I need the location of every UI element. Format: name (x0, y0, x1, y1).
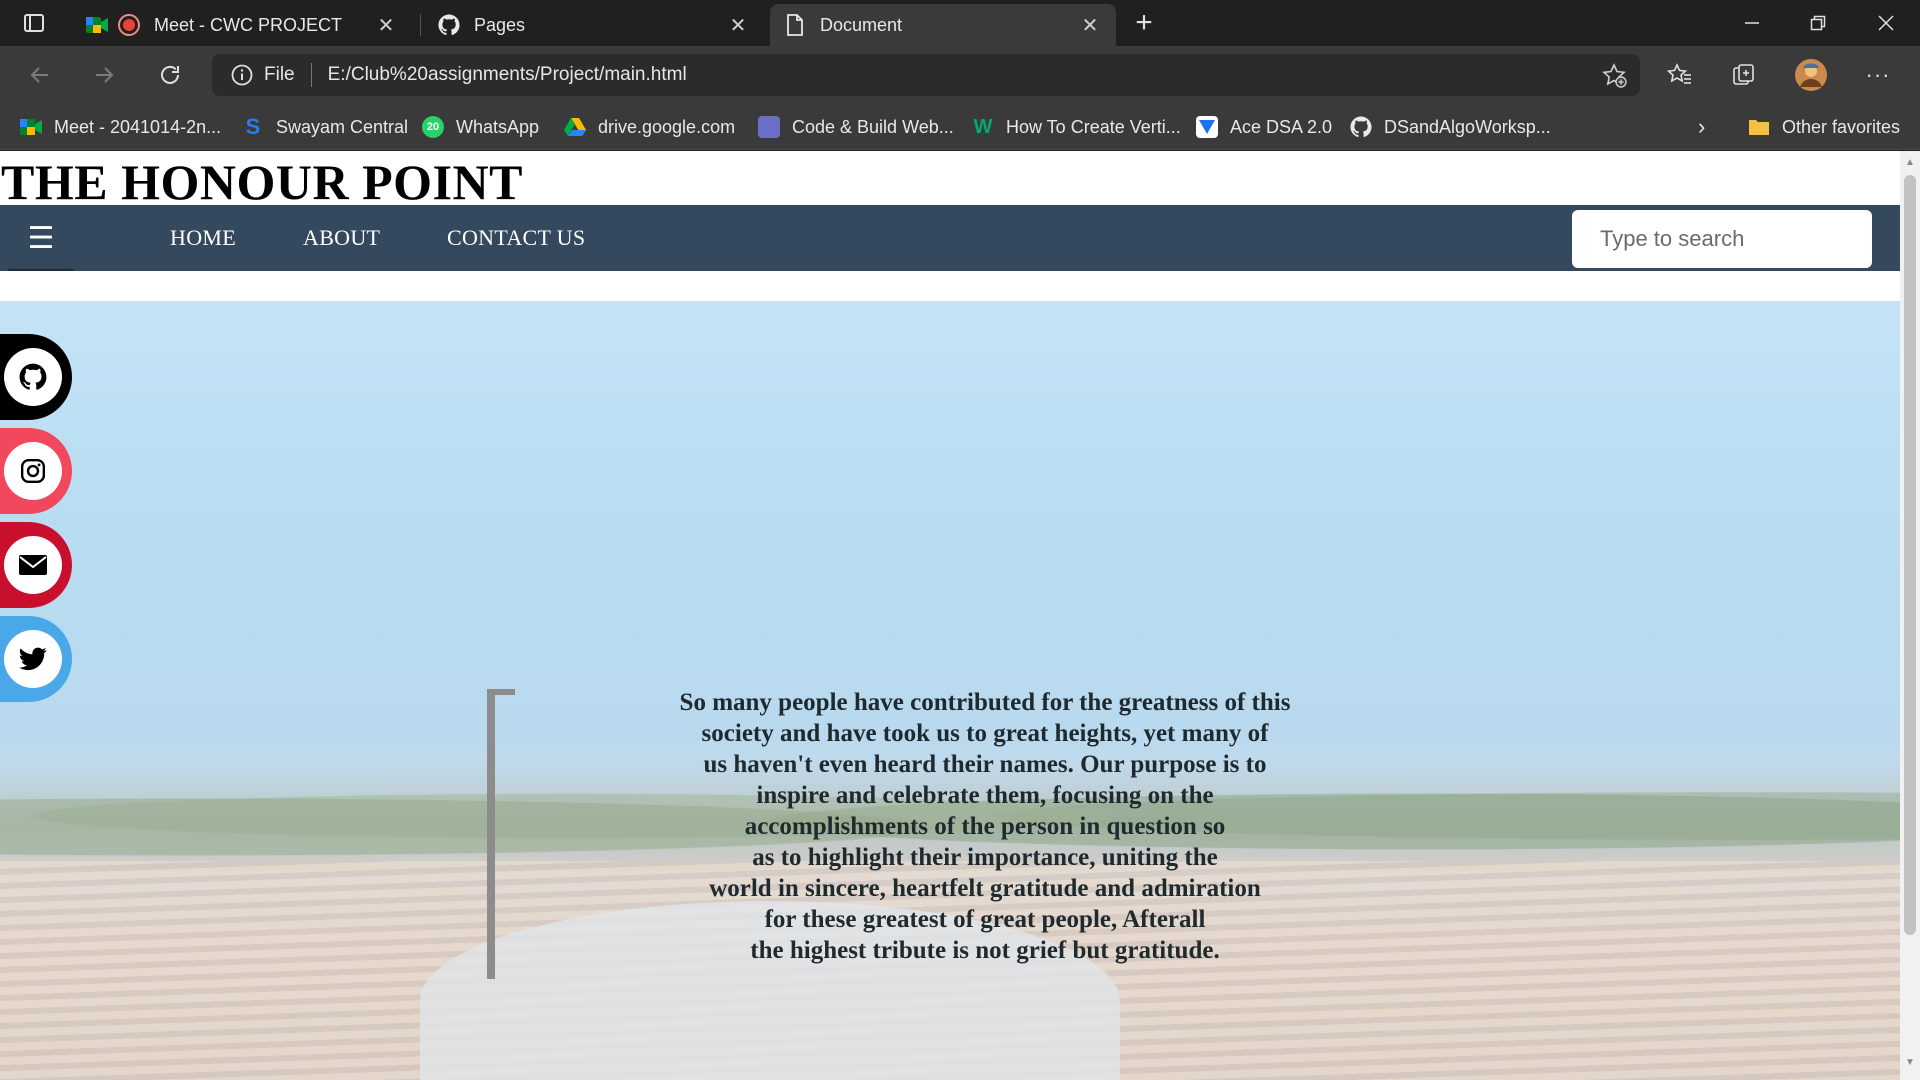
hero-line: for these greatest of great people, Afte… (764, 906, 1206, 933)
minimize-icon[interactable] (1734, 5, 1770, 41)
url-text: E:/Club%20assignments/Project/main.html (327, 64, 687, 85)
bookmark-drive[interactable]: drive.google.com (564, 112, 735, 142)
page-viewport: THE HONOUR POINT ☰ HOME ABOUT CONTACT US… (0, 151, 1900, 1080)
github-icon (1350, 116, 1372, 138)
nav-contact-link[interactable]: CONTACT US (447, 225, 585, 251)
hero-line: us haven't even heard their names. Our p… (703, 751, 1267, 778)
ace-dsa-icon (1196, 116, 1218, 138)
envelope-icon (4, 536, 62, 594)
scroll-up-icon[interactable]: ▲ (1904, 157, 1916, 169)
site-title: THE HONOUR POINT (1, 154, 523, 210)
bookmark-swayam[interactable]: S Swayam Central (242, 112, 408, 142)
recording-icon (118, 14, 140, 36)
search-input[interactable] (1572, 210, 1872, 268)
instagram-icon (4, 442, 62, 500)
google-meet-icon (20, 116, 42, 138)
bookmark-meet[interactable]: Meet - 2041014-2n... (20, 112, 221, 142)
tab-title: Document (820, 14, 903, 35)
hero-text: So many people have contributed for the … (620, 687, 1350, 966)
github-icon (438, 14, 460, 36)
bookmark-w3schools[interactable]: W How To Create Verti... (972, 112, 1181, 142)
tab-separator (420, 14, 421, 36)
favorites-icon[interactable] (1662, 57, 1698, 93)
whatsapp-icon: 20 (422, 116, 444, 138)
new-tab-icon[interactable]: + (1126, 5, 1162, 41)
bookmark-label: Ace DSA 2.0 (1230, 116, 1333, 137)
bookmark-label: Swayam Central (276, 116, 409, 137)
folder-icon (1748, 116, 1770, 138)
close-tab-icon[interactable]: ✕ (726, 13, 750, 37)
bookmark-whatsapp[interactable]: 20 WhatsApp (422, 112, 539, 142)
bookmark-code-build[interactable]: Code & Build Web... (758, 112, 954, 142)
bookmark-label: drive.google.com (598, 116, 736, 137)
bookmark-label: Code & Build Web... (792, 116, 954, 137)
hero-line: the highest tribute is not grief but gra… (750, 937, 1220, 964)
scroll-down-icon[interactable]: ▼ (1904, 1057, 1916, 1069)
github-icon (4, 348, 62, 406)
collections-icon[interactable] (1726, 57, 1762, 93)
hamburger-menu-icon[interactable]: ☰ (8, 207, 74, 271)
tab-bar: Meet - CWC PROJECT ✕ Pages ✕ Document ✕ … (0, 0, 1920, 46)
bookmark-label: WhatsApp (456, 116, 540, 137)
swayam-icon: S (245, 114, 261, 139)
bookmark-label: DSandAlgoWorksp... (1384, 116, 1551, 137)
hero-line: So many people have contributed for the … (679, 689, 1291, 716)
hero-section: So many people have contributed for the … (0, 301, 1900, 1080)
code-build-icon (758, 116, 780, 138)
bookmark-label: Meet - 2041014-2n... (54, 116, 222, 137)
hero-background-lamp (487, 689, 495, 979)
bookmark-dsandalgo[interactable]: DSandAlgoWorksp... (1350, 112, 1551, 142)
refresh-icon[interactable] (152, 57, 188, 93)
page-scrollbar[interactable]: ▲ ▼ (1900, 151, 1920, 1080)
navbar: ☰ HOME ABOUT CONTACT US (0, 205, 1900, 271)
w3schools-icon: W (973, 115, 993, 138)
hero-line: world in sincere, heartfelt gratitude an… (709, 875, 1261, 902)
bookmark-ace-dsa[interactable]: Ace DSA 2.0 (1196, 112, 1332, 142)
back-icon[interactable] (22, 57, 58, 93)
hero-line: accomplishments of the person in questio… (744, 813, 1226, 840)
profile-avatar[interactable] (1793, 57, 1829, 93)
nav-home-link[interactable]: HOME (170, 225, 236, 251)
twitter-icon (4, 630, 62, 688)
bookmarks-bar: Meet - 2041014-2n... S Swayam Central 20… (0, 104, 1920, 150)
bookmark-label: How To Create Verti... (1006, 116, 1181, 137)
close-tab-icon[interactable]: ✕ (1078, 13, 1102, 37)
close-tab-icon[interactable]: ✕ (374, 13, 398, 37)
hero-line: as to highlight their importance, unitin… (752, 844, 1218, 871)
more-bookmarks-icon[interactable]: › (1698, 112, 1705, 142)
scrollbar-thumb[interactable] (1904, 175, 1916, 935)
add-favorite-icon[interactable] (1602, 63, 1628, 95)
tab-actions-icon[interactable] (16, 5, 52, 41)
url-field[interactable]: File E:/Club%20assignments/Project/main.… (212, 54, 1640, 96)
restore-icon[interactable] (1800, 5, 1836, 41)
hero-line: society and have took us to great height… (701, 720, 1269, 747)
more-options-icon[interactable]: ··· (1860, 57, 1896, 93)
tab-pages[interactable]: Pages ✕ (424, 4, 764, 46)
address-bar: File E:/Club%20assignments/Project/main.… (0, 46, 1920, 104)
forward-icon[interactable] (86, 57, 122, 93)
tab-document[interactable]: Document ✕ (770, 4, 1116, 46)
nav-about-link[interactable]: ABOUT (303, 225, 380, 251)
google-drive-icon (564, 116, 586, 138)
url-scheme: File (264, 64, 295, 85)
other-favorites-label: Other favorites (1782, 116, 1901, 137)
tab-title: Meet - CWC PROJECT (154, 14, 343, 35)
google-meet-icon (86, 14, 108, 36)
hero-line: inspire and celebrate them, focusing on … (756, 782, 1214, 809)
tab-meet[interactable]: Meet - CWC PROJECT ✕ (72, 4, 412, 46)
close-window-icon[interactable] (1868, 5, 1904, 41)
info-icon[interactable] (230, 63, 254, 87)
tab-title: Pages (474, 14, 526, 35)
hero-background-lamp-head (487, 689, 515, 695)
other-favorites[interactable]: Other favorites (1748, 112, 1900, 142)
document-icon (784, 14, 806, 36)
url-divider (310, 63, 312, 87)
